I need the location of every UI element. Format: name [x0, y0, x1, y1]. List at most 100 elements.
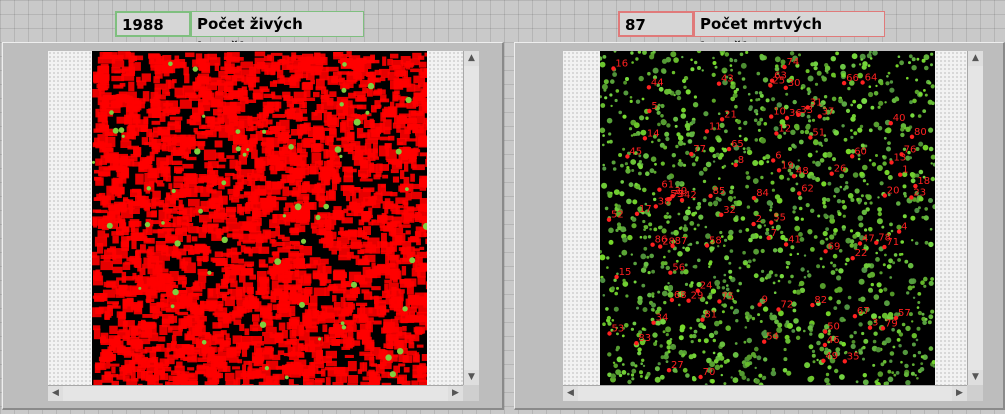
dead-cell-number: 82 [814, 295, 827, 306]
dead-cell-number: 11 [709, 121, 722, 132]
dead-cell-number: 32 [723, 205, 736, 216]
dead-cell-number: 52 [611, 210, 624, 221]
scroll-corner [463, 385, 479, 401]
dead-cell-number: 4 [901, 222, 907, 233]
dead-cells-overlay: 1234567891011 121314151617181920212223242… [597, 51, 938, 385]
dead-cell-number: 77 [693, 144, 706, 155]
live-count-label: Počet živých buněk [191, 11, 364, 57]
dead-cells-image[interactable]: 1 2 3 4 5 6 7 8 9 10 11 12 13 14 15 16 17 18 19 20 21 22 23 24 2… [597, 51, 938, 385]
dead-cell-number: 48 [796, 166, 809, 177]
dead-cell-number: 68 [674, 290, 687, 301]
live-count-value: 1988 [115, 11, 191, 37]
dead-cell-number: 1 [902, 165, 908, 176]
dead-cell-number: 57 [898, 308, 911, 319]
dead-count-label: Počet mrtvých buněk [694, 11, 885, 57]
dead-cell-number: 81 [704, 310, 717, 321]
dead-cell-number: 42 [684, 190, 697, 201]
scroll-left-arrow[interactable]: ◀ [563, 386, 578, 401]
dead-cell-number: 21 [724, 109, 737, 120]
dead-cell-number: 56 [672, 263, 685, 274]
dead-cell-number: 84 [756, 188, 769, 199]
dead-cell-number: 33 [800, 105, 813, 116]
live-cells-image[interactable] [92, 51, 439, 385]
dead-cell-number: 72 [781, 300, 794, 311]
dead-cell-number: 15 [619, 267, 632, 278]
dead-cell-number: 36 [789, 108, 802, 119]
scroll-corner [967, 385, 983, 401]
dead-cells-image-panel: 1 2 3 4 5 6 7 8 9 10 11 12 13 14 15 16 17 18 19 20 21 22 23 24 2… [514, 42, 1005, 410]
dead-horizontal-scrollbar[interactable]: ◀ ▶ [563, 385, 967, 401]
dead-cell-number: 41 [788, 234, 801, 245]
dead-cell-number: 17 [639, 204, 652, 215]
dead-cell-number: 58 [709, 236, 722, 247]
dead-cell-number: 46 [827, 335, 840, 346]
dead-cell-number: 50 [827, 322, 840, 333]
dead-cell-number: 70 [703, 367, 716, 378]
dead-cell-number: 49 [825, 351, 838, 362]
dead-cell-number: 30 [788, 78, 801, 89]
live-horizontal-scrollbar[interactable]: ◀ ▶ [48, 385, 463, 401]
dead-cell-number: 22 [855, 248, 868, 259]
dead-count-value: 87 [618, 11, 694, 37]
dead-cell-number: 16 [615, 59, 628, 70]
live-vertical-scrollbar[interactable]: ▲ ▼ [463, 51, 479, 385]
dead-cell-number: 78 [878, 233, 891, 244]
dead-cell-number: 47 [862, 234, 875, 245]
dead-cell-number: 75 [721, 291, 734, 302]
dead-cell-number: 40 [893, 113, 906, 124]
dead-cell-number: 62 [801, 183, 814, 194]
dead-cells-viewport: 1 2 3 4 5 6 7 8 9 10 11 12 13 14 15 16 17 18 19 20 21 22 23 24 2… [563, 51, 967, 385]
dead-cell-number: 64 [865, 73, 878, 84]
dead-cell-number: 60 [854, 146, 867, 157]
dead-cell-number: 5 [651, 101, 657, 112]
live-cells-viewport [48, 51, 463, 385]
dead-cell-number: 43 [721, 74, 734, 85]
scroll-right-arrow[interactable]: ▶ [952, 386, 967, 401]
dead-cell-number: 19 [781, 160, 794, 171]
dead-cell-number: 8 [738, 155, 744, 166]
live-cells-image-panel: ▲ ▼ ◀ ▶ [2, 42, 504, 410]
dead-cell-number: 35 [847, 351, 860, 362]
scroll-right-arrow[interactable]: ▶ [448, 386, 463, 401]
dead-cell-number: 69 [828, 241, 841, 252]
dead-cell-number: 55 [773, 213, 786, 224]
dead-cell-number: 12 [778, 123, 791, 134]
dead-cell-number: 14 [647, 128, 660, 139]
dead-cell-number: 44 [651, 77, 664, 88]
dead-cell-number: 2 [756, 214, 762, 225]
dead-cell-number: 73 [672, 189, 685, 200]
dead-cell-number: 9 [762, 295, 768, 306]
dead-cell-number: 3 [872, 318, 878, 329]
dead-cell-number: 63 [774, 71, 787, 82]
dead-cell-number: 67 [857, 306, 870, 317]
dead-cell-number: 79 [885, 318, 898, 329]
dead-cell-number: 20 [887, 186, 900, 197]
dead-cell-number: 34 [656, 313, 669, 324]
dead-cell-number: 66 [846, 73, 859, 84]
dead-cell-number: 26 [834, 164, 847, 175]
scroll-down-arrow[interactable]: ▼ [464, 370, 479, 385]
dead-cell-number: 83 [638, 333, 651, 344]
live-cells-overlay [92, 51, 439, 385]
dead-cell-number: 54 [766, 332, 779, 343]
dead-cell-number: 27 [671, 360, 684, 371]
dead-cell-number: 76 [904, 144, 917, 155]
scroll-up-arrow[interactable]: ▲ [464, 51, 479, 66]
dead-cell-number: 87 [675, 236, 688, 247]
dead-cell-number: 80 [914, 127, 927, 138]
scroll-up-arrow[interactable]: ▲ [968, 51, 983, 66]
dead-cell-number: 74 [787, 57, 800, 68]
dead-cell-number: 51 [812, 128, 825, 139]
dead-cell-number: 45 [629, 147, 642, 158]
dead-cell-number: 18 [917, 176, 930, 187]
dead-cell-number: 85 [713, 186, 726, 197]
dead-vertical-scrollbar[interactable]: ▲ ▼ [967, 51, 983, 385]
dead-cell-number: 23 [913, 187, 926, 198]
scroll-left-arrow[interactable]: ◀ [48, 386, 63, 401]
dead-cell-number: 29 [691, 291, 704, 302]
dead-cell-number: 37 [822, 106, 835, 117]
dead-cell-number: 7 [771, 228, 777, 239]
dead-cell-number: 86 [655, 235, 668, 246]
scroll-down-arrow[interactable]: ▼ [968, 370, 983, 385]
dead-cell-number: 65 [731, 139, 744, 150]
